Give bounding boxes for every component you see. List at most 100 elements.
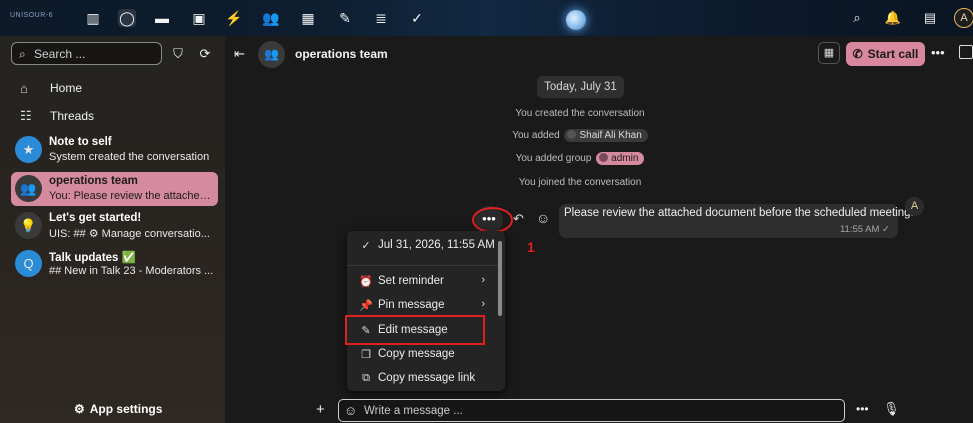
chevron-right-icon: › — [481, 298, 485, 310]
threads-icon: ☷ — [20, 108, 32, 123]
mention-chip[interactable]: admin — [596, 152, 645, 165]
menu-item-label: Copy message — [378, 348, 455, 360]
emoji-picker-icon[interactable]: ☺ — [344, 403, 357, 418]
mention-chip[interactable]: Shaif Ali Khan — [564, 129, 648, 142]
sidebar-item-home[interactable]: ⌂ Home — [20, 78, 82, 98]
message-composer: ☺ — [338, 399, 845, 422]
menu-item-pin-message[interactable]: 📌 Pin message › — [347, 293, 505, 317]
contacts-menu-icon[interactable]: ▤ — [921, 9, 939, 27]
microphone-icon[interactable]: 🎙 — [883, 401, 900, 417]
lightbulb-icon: 💡 — [15, 212, 42, 239]
conversation-item-preview: System created the conversation — [49, 151, 210, 163]
chevron-right-icon: › — [481, 274, 485, 286]
annotation-circle — [472, 207, 513, 233]
conversation-item-preview: You: Please review the attached ... — [49, 190, 215, 202]
app-settings-label: App settings — [89, 402, 163, 416]
menu-item-timestamp: ✓ Jul 31, 2026, 11:55 AM — [347, 233, 505, 257]
menu-divider — [347, 265, 499, 266]
photos-icon[interactable]: ▣ — [190, 9, 208, 27]
header-background-moon — [566, 10, 586, 30]
menu-item-label: Set reminder — [378, 275, 444, 287]
message-text: Please review the attached document befo… — [564, 207, 914, 219]
search-icon: ⌕ — [19, 47, 26, 61]
conversation-item-preview: UIS: ## ⚙ Manage conversatio... — [49, 228, 210, 240]
tasks-icon[interactable]: ✓ — [408, 9, 426, 27]
copy-icon: ❐ — [361, 348, 371, 361]
phone-icon: ✆ — [852, 47, 863, 61]
reply-icon[interactable]: ↶ — [513, 211, 524, 227]
deck-icon[interactable]: ≣ — [372, 9, 390, 27]
app-settings-button[interactable]: ⚙ App settings — [74, 402, 162, 416]
activity-icon[interactable]: ⚡ — [225, 9, 243, 27]
message-author-avatar: A — [905, 197, 924, 216]
conversation-item[interactable]: ★ Note to self System created the conversa… — [11, 133, 218, 167]
top-bar: UNISOUR-6 ▥ ◯ ▬ ▣ ⚡ 👥 ▦ ✎ ≣ ✓ ⌕ 🔔 ▤ A — [0, 0, 973, 36]
sidebar: ⌕ ⛉ ⟳ ⌂ Home ☷ Threads ★ Note to self System … — [0, 36, 225, 423]
menu-item-label: Pin message — [378, 299, 445, 311]
menu-item-set-reminder[interactable]: ⏰ Set reminder › — [347, 269, 505, 293]
system-message: You added group admin — [225, 152, 935, 165]
talk-updates-icon: Q — [15, 250, 42, 277]
system-message-text: You added — [512, 130, 560, 141]
notifications-icon[interactable]: 🔔 — [884, 9, 902, 27]
check-icon: ✓ — [361, 239, 371, 252]
mention-chip-label: admin — [611, 153, 639, 164]
menu-item-copy-message-link[interactable]: ⧉ Copy message link — [347, 366, 505, 390]
conversation-item-title: operations team — [49, 175, 138, 187]
talk-icon[interactable]: ◯ — [118, 9, 136, 27]
dashboard-icon[interactable]: ▥ — [84, 9, 102, 27]
system-message: You created the conversation — [225, 108, 935, 119]
conversation-avatar: 👥 — [258, 41, 285, 68]
menu-scrollbar[interactable] — [498, 241, 502, 316]
message-input[interactable] — [364, 403, 834, 418]
calendar-icon[interactable]: ▦ — [299, 9, 317, 27]
sidebar-item-label: Threads — [50, 109, 95, 123]
system-message-text: You added group — [515, 153, 592, 164]
conversation-item-title: Note to self — [49, 136, 112, 148]
system-message: You added Shaif Ali Khan — [225, 129, 935, 142]
home-icon: ⌂ — [20, 80, 28, 96]
composer-more-icon[interactable]: ••• — [856, 402, 869, 416]
system-message-text: You joined the conversation — [518, 177, 642, 188]
system-message-text: You created the conversation — [515, 108, 645, 119]
annotation-number-1: 1 — [527, 239, 535, 255]
sidebar-panel-icon[interactable] — [959, 45, 973, 59]
message-time: 11:55 AM ✓ — [839, 224, 890, 235]
alarm-icon: ⏰ — [359, 275, 373, 288]
menu-item-label: Jul 31, 2026, 11:55 AM — [378, 239, 495, 251]
calendar-button[interactable]: ▦ — [818, 42, 840, 64]
conversation-more-icon[interactable]: ••• — [931, 45, 945, 60]
files-icon[interactable]: ▬ — [153, 9, 171, 27]
annotation-box — [345, 315, 485, 345]
external-link-icon: ⧉ — [362, 371, 370, 384]
search-input[interactable] — [34, 46, 154, 62]
chat-main: ⇤ 👥 operations team ▦ ✆ Start call ••• T… — [225, 36, 973, 423]
conversation-item[interactable]: 💡 Let's get started! UIS: ## ⚙ Manage conv… — [11, 209, 218, 243]
menu-item-label: Copy message link — [378, 372, 476, 384]
message-actions-menu: ✓ Jul 31, 2026, 11:55 AM ⏰ Set reminder › 📌 Pi… — [347, 231, 505, 391]
conversation-item[interactable]: 👥 operations team You: Please review the a… — [11, 172, 218, 206]
add-attachment-icon[interactable]: + — [316, 401, 325, 418]
pin-icon: 📌 — [359, 299, 373, 312]
toggle-sidebar-icon[interactable]: ⇤ — [234, 46, 245, 62]
conversation-item[interactable]: Q Talk updates ✅ ## New in Talk 23 - Moder… — [11, 247, 218, 281]
notes-icon[interactable]: ✎ — [336, 9, 354, 27]
filter-icon[interactable]: ⛉ — [169, 45, 187, 63]
mention-chip-label: Shaif Ali Khan — [579, 130, 642, 141]
contacts-icon[interactable]: 👥 — [262, 9, 280, 27]
note-to-self-icon: ★ — [15, 136, 42, 163]
conversation-item-title: Let's get started! — [49, 212, 142, 224]
menu-item-copy-message[interactable]: ❐ Copy message — [347, 342, 505, 366]
sidebar-item-threads[interactable]: ☷ Threads — [20, 106, 94, 126]
conversation-item-title: Talk updates ✅ — [49, 252, 136, 264]
new-conversation-icon[interactable]: ⟳ — [196, 45, 214, 63]
start-call-button[interactable]: ✆ Start call — [846, 42, 925, 66]
system-message: You joined the conversation — [225, 177, 935, 188]
brand-logo: UNISOUR-6 — [10, 12, 54, 19]
user-avatar[interactable]: A — [954, 8, 973, 28]
search-icon[interactable]: ⌕ — [848, 9, 866, 27]
gear-icon: ⚙ — [74, 402, 85, 416]
emoji-reaction-icon[interactable]: ☺ — [536, 210, 550, 226]
message-bubble: Please review the attached document befo… — [559, 204, 914, 238]
search-box: ⌕ — [11, 42, 162, 65]
